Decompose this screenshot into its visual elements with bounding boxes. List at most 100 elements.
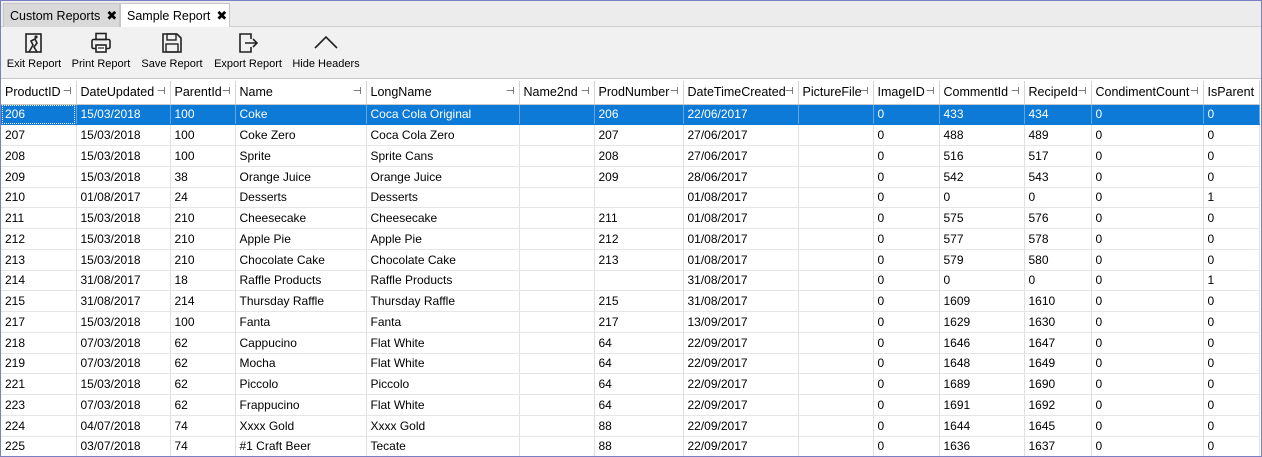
table-cell[interactable] (798, 394, 874, 416)
table-cell[interactable] (798, 249, 874, 271)
tab-custom-reports[interactable]: Custom Reports ✖ (3, 3, 120, 27)
table-cell[interactable]: 210 (170, 207, 236, 229)
table-cell[interactable]: Piccolo (366, 373, 520, 395)
table-cell[interactable]: Coke Zero (235, 124, 367, 146)
close-icon[interactable]: ✖ (106, 9, 117, 22)
table-cell[interactable]: 0 (873, 311, 940, 333)
table-cell[interactable] (798, 228, 874, 250)
table-cell[interactable]: 208 (594, 145, 684, 167)
table-cell[interactable]: 0 (1203, 104, 1260, 126)
table-cell[interactable] (798, 415, 874, 437)
table-row[interactable]: 213 15/03/2018 210 Chocolate Cake Chocolate … (1, 249, 1260, 271)
table-cell[interactable] (519, 124, 595, 146)
table-cell[interactable]: 22/09/2017 (683, 436, 799, 456)
table-cell[interactable]: 18 (170, 270, 236, 292)
table-row[interactable]: 210 01/08/2017 24 Desserts Desserts 01/08/201… (1, 187, 1260, 209)
table-cell[interactable] (798, 104, 874, 126)
table-cell[interactable]: 0 (873, 124, 940, 146)
pin-icon[interactable]: ⊣ (581, 86, 590, 97)
table-cell[interactable]: 214 (170, 290, 236, 312)
table-cell[interactable]: 221 (1, 373, 77, 395)
table-cell[interactable]: 210 (170, 249, 236, 271)
table-row[interactable]: 207 15/03/2018 100 Coke Zero Coca Cola Zero 2… (1, 124, 1260, 146)
table-cell[interactable]: 217 (594, 311, 684, 333)
table-cell[interactable]: 212 (1, 228, 77, 250)
table-row[interactable]: 219 07/03/2018 62 Mocha Flat White 64 22/09/20… (1, 353, 1260, 375)
table-cell[interactable]: 0 (1203, 436, 1260, 456)
table-cell[interactable]: #1 Craft Beer (235, 436, 367, 456)
table-cell[interactable]: 0 (1024, 270, 1092, 292)
table-cell[interactable]: 0 (1203, 415, 1260, 437)
pin-icon[interactable]: ⊣ (860, 86, 869, 97)
table-cell[interactable] (798, 311, 874, 333)
table-cell[interactable]: 74 (170, 436, 236, 456)
table-cell[interactable]: Orange Juice (235, 166, 367, 188)
table-cell[interactable]: 1690 (1024, 373, 1092, 395)
table-cell[interactable]: 0 (873, 353, 940, 375)
table-cell[interactable]: 100 (170, 124, 236, 146)
close-icon[interactable]: ✖ (216, 9, 227, 22)
table-cell[interactable]: 0 (1091, 104, 1204, 126)
table-cell[interactable] (519, 166, 595, 188)
table-cell[interactable]: 207 (594, 124, 684, 146)
table-cell[interactable]: Tecate (366, 436, 520, 456)
table-cell[interactable] (519, 207, 595, 229)
table-row[interactable]: 214 31/08/2017 18 Raffle Products Raffle Pro… (1, 270, 1260, 292)
table-cell[interactable]: 64 (594, 353, 684, 375)
table-cell[interactable]: 542 (939, 166, 1025, 188)
table-cell[interactable]: 0 (1091, 311, 1204, 333)
table-cell[interactable]: 212 (594, 228, 684, 250)
column-header[interactable]: ParentId ⊣ (170, 81, 236, 105)
table-cell[interactable]: Coca Cola Original (366, 104, 520, 126)
table-cell[interactable] (519, 353, 595, 375)
pin-icon[interactable]: ⊣ (1078, 86, 1087, 97)
table-cell[interactable]: Cheesecake (366, 207, 520, 229)
table-row[interactable]: 209 15/03/2018 38 Orange Juice Orange Juice 2… (1, 166, 1260, 188)
table-cell[interactable]: 1689 (939, 373, 1025, 395)
table-cell[interactable]: 31/08/2017 (683, 270, 799, 292)
table-cell[interactable] (798, 436, 874, 456)
table-cell[interactable]: 215 (1, 290, 77, 312)
table-cell[interactable]: Apple Pie (235, 228, 367, 250)
print-report-button[interactable]: Print Report (69, 31, 133, 77)
table-cell[interactable]: Orange Juice (366, 166, 520, 188)
table-cell[interactable]: 0 (939, 187, 1025, 209)
table-cell[interactable]: 0 (1024, 187, 1092, 209)
column-header[interactable]: PictureFile ⊣ (798, 81, 874, 105)
table-cell[interactable]: 577 (939, 228, 1025, 250)
table-cell[interactable]: 0 (873, 187, 940, 209)
table-cell[interactable]: 24 (170, 187, 236, 209)
table-cell[interactable]: 22/09/2017 (683, 332, 799, 354)
table-cell[interactable]: 207 (1, 124, 77, 146)
table-cell[interactable]: 576 (1024, 207, 1092, 229)
table-cell[interactable]: 0 (1203, 290, 1260, 312)
table-cell[interactable]: 0 (873, 145, 940, 167)
table-cell[interactable]: 0 (1203, 166, 1260, 188)
column-header[interactable]: ProdNumber ⊣ (594, 81, 684, 105)
table-cell[interactable]: 15/03/2018 (76, 228, 171, 250)
table-cell[interactable]: 1648 (939, 353, 1025, 375)
table-cell[interactable]: 88 (594, 415, 684, 437)
table-cell[interactable]: Sprite Cans (366, 145, 520, 167)
table-cell[interactable] (798, 187, 874, 209)
table-cell[interactable] (519, 249, 595, 271)
table-cell[interactable]: 211 (1, 207, 77, 229)
column-header[interactable]: CondimentCount ⊣ (1091, 81, 1204, 105)
table-cell[interactable]: 100 (170, 145, 236, 167)
column-header[interactable]: RecipeId ⊣ (1024, 81, 1092, 105)
table-cell[interactable]: 214 (1, 270, 77, 292)
table-cell[interactable]: 22/09/2017 (683, 353, 799, 375)
table-cell[interactable]: 01/08/2017 (683, 207, 799, 229)
table-cell[interactable]: 0 (873, 207, 940, 229)
table-cell[interactable] (798, 166, 874, 188)
table-cell[interactable] (519, 394, 595, 416)
table-cell[interactable]: 15/03/2018 (76, 373, 171, 395)
table-cell[interactable]: 578 (1024, 228, 1092, 250)
table-cell[interactable]: 1 (1203, 187, 1260, 209)
table-cell[interactable] (798, 270, 874, 292)
table-cell[interactable]: 0 (1091, 249, 1204, 271)
table-row[interactable]: 208 15/03/2018 100 Sprite Sprite Cans 208 27/0… (1, 145, 1260, 167)
pin-icon[interactable]: ⊣ (785, 86, 794, 97)
table-cell[interactable]: Desserts (366, 187, 520, 209)
table-cell[interactable]: 579 (939, 249, 1025, 271)
